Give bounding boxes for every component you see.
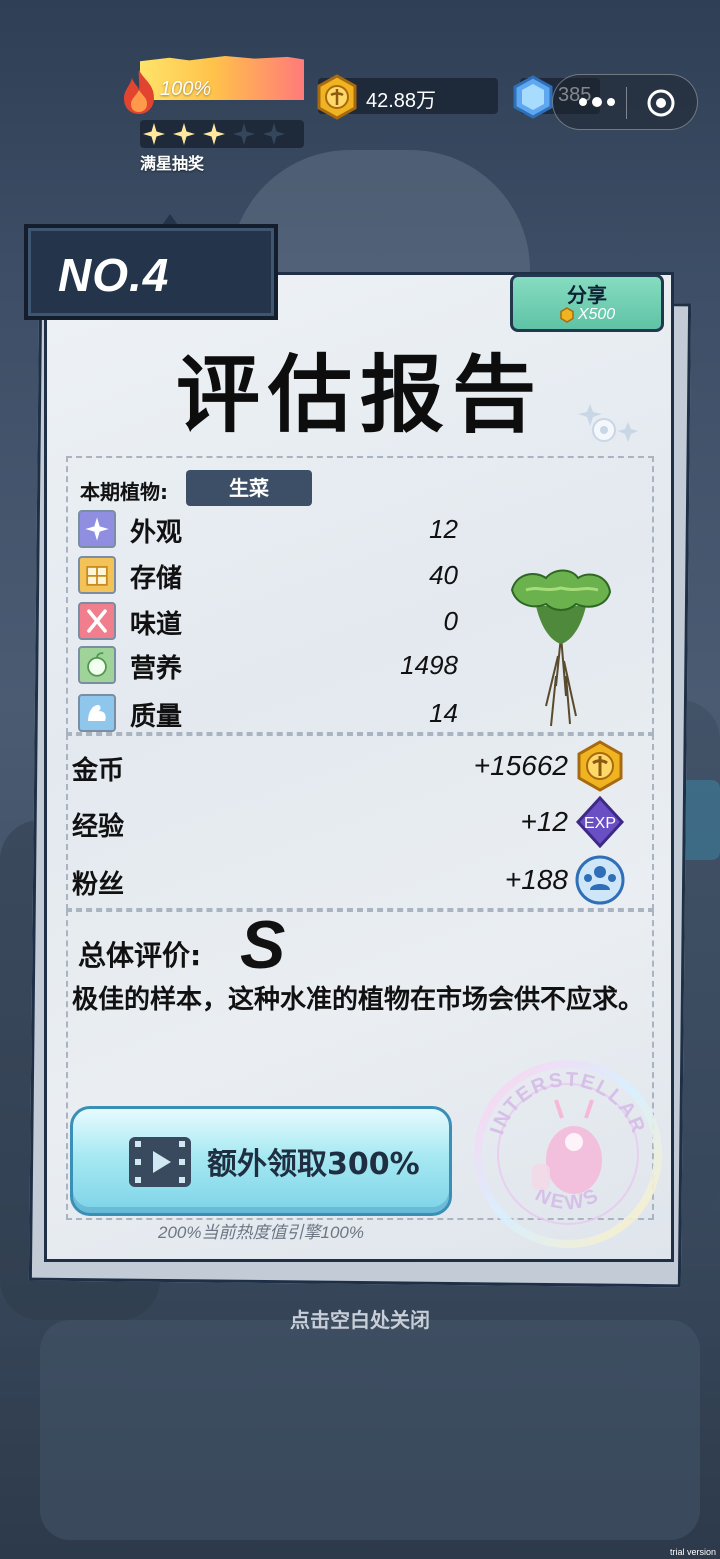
- coin-icon: [317, 74, 357, 120]
- trial-watermark: trial version: [669, 1547, 716, 1557]
- coin-amount: 42.88万: [366, 90, 437, 112]
- stat-row-quality: 质量 14: [78, 692, 458, 732]
- heat-percent: 100%: [160, 78, 212, 100]
- extra-claim-label: 额外领取300%: [207, 1147, 420, 1182]
- utensils-icon: [78, 602, 116, 640]
- share-label: 分享: [567, 283, 607, 307]
- reward-row-coins: 金币 +15662: [72, 740, 632, 792]
- capsule-divider: [626, 87, 627, 119]
- sparkle-icon: [78, 510, 116, 548]
- stat-value: 0: [443, 606, 458, 636]
- stat-value: 1498: [400, 650, 458, 680]
- reward-value: +188: [504, 864, 568, 895]
- close-target-icon[interactable]: [645, 87, 677, 119]
- reward-name: 经验: [72, 812, 125, 842]
- extra-claim-button[interactable]: 额外领取300%: [70, 1106, 452, 1216]
- coin-icon: [577, 740, 623, 792]
- stat-row-storage: 存储 40: [78, 554, 458, 594]
- overall-label: 总体评价:: [78, 939, 202, 972]
- reward-row-exp: 经验 +12 EXP: [72, 796, 632, 848]
- star-progress[interactable]: [140, 120, 304, 148]
- stat-name: 存储: [130, 564, 183, 594]
- star-empty-icon: [233, 123, 255, 145]
- muscle-icon: [78, 694, 116, 732]
- report-title: 评估报告: [175, 346, 544, 444]
- background-floor: [40, 1320, 700, 1540]
- reward-value: +15662: [473, 750, 568, 781]
- extra-claim-note: 200%当前热度值引擎100%: [158, 1223, 364, 1242]
- reward-row-fans: 粉丝 +188: [72, 854, 632, 906]
- stat-row-nutrition: 营养 1498: [78, 644, 458, 684]
- video-film-icon: [129, 1137, 191, 1187]
- tap-to-close-hint[interactable]: 点击空白处关闭: [0, 1304, 720, 1333]
- stat-value: 14: [429, 698, 458, 728]
- stat-value: 40: [429, 560, 458, 590]
- exp-badge-text: EXP: [584, 815, 616, 832]
- gem-icon: [513, 75, 553, 119]
- stat-name: 质量: [130, 702, 183, 732]
- interstellar-news-stamp: INTERSTELLAR NEWS: [474, 1060, 662, 1248]
- nutrition-icon: [78, 646, 116, 684]
- report-number: NO.4: [58, 249, 170, 301]
- stat-name: 外观: [130, 518, 183, 548]
- share-reward: X500: [513, 306, 661, 324]
- flame-icon: [124, 70, 154, 114]
- crate-icon: [78, 556, 116, 594]
- overall-grade: S: [240, 907, 286, 983]
- more-dots-icon[interactable]: [575, 89, 619, 115]
- stat-row-taste: 味道 0: [78, 600, 458, 640]
- star-empty-icon: [263, 123, 285, 145]
- star-filled-icon: [143, 123, 165, 145]
- star-filled-icon: [173, 123, 195, 145]
- lettuce-plant-image: [510, 569, 612, 727]
- report-number-tag: NO.4: [24, 224, 278, 320]
- stat-value: 12: [429, 514, 458, 544]
- star-filled-icon: [203, 123, 225, 145]
- heat-meter[interactable]: 100%: [120, 52, 304, 118]
- menu-capsule[interactable]: [552, 74, 698, 130]
- share-button[interactable]: 分享 X500: [510, 274, 664, 332]
- coin-icon: [560, 307, 574, 323]
- sparkle-decoration-icon: [578, 404, 638, 442]
- fans-icon: [575, 855, 625, 905]
- stat-row-appearance: 外观 12: [78, 508, 458, 548]
- reward-name: 粉丝: [72, 870, 125, 900]
- stat-name: 营养: [130, 654, 183, 684]
- plant-name: 生菜: [186, 470, 312, 506]
- stat-name: 味道: [130, 610, 183, 640]
- share-reward-amount: X500: [577, 306, 616, 323]
- reward-name: 金币: [72, 756, 125, 786]
- evaluation-comment: 极佳的样本，这种水准的植物在市场会供不应求。: [72, 985, 645, 1015]
- reward-value: +12: [520, 806, 569, 837]
- star-lottery-label: 满星抽奖: [140, 154, 205, 173]
- plant-label: 本期植物:: [80, 480, 168, 504]
- exp-icon: EXP: [575, 796, 625, 848]
